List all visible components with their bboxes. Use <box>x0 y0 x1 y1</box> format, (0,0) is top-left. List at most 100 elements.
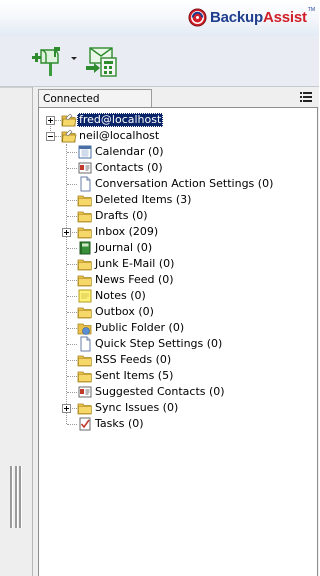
folder-node[interactable]: Conversation Action Settings (0) <box>77 176 275 192</box>
folder-label: Conversation Action Settings (0) <box>95 177 274 190</box>
toolbar <box>0 36 319 87</box>
folder-node[interactable]: Junk E-Mail (0) <box>77 256 176 272</box>
folder-node[interactable]: News Feed (0) <box>77 272 176 288</box>
tree-connector <box>67 264 77 265</box>
mailbox-folder-icon <box>61 113 77 127</box>
trademark-mark: TM <box>307 7 315 13</box>
collapse-toggle-neil[interactable] <box>46 132 55 141</box>
tree-connector <box>67 248 77 249</box>
mailbox-node-neil[interactable]: neil@localhost <box>61 128 161 144</box>
tree-connector <box>67 216 77 217</box>
connect-mailbox-icon <box>32 47 60 76</box>
folder-icon <box>77 227 92 239</box>
tree-connector <box>67 424 77 425</box>
expand-toggle-folder[interactable] <box>62 228 71 237</box>
left-collapsed-pane[interactable] <box>0 87 33 576</box>
folder-label: Quick Step Settings (0) <box>95 337 223 350</box>
tree-connector <box>67 296 77 297</box>
folder-label: Sync Issues (0) <box>95 401 179 414</box>
left-pane-divider <box>0 87 32 88</box>
folder-label: Junk E-Mail (0) <box>95 257 175 270</box>
tab-connected-mailboxes[interactable]: Connected Mailboxes <box>38 89 152 123</box>
folder-label: Sent Items (5) <box>95 369 174 382</box>
mailbox-node-fred[interactable]: fred@localhost <box>61 112 164 128</box>
expand-toggle-folder[interactable] <box>62 404 71 413</box>
document-icon <box>80 176 91 192</box>
list-menu-icon[interactable] <box>299 90 313 104</box>
folder-node[interactable]: Public Folder (0) <box>77 320 186 336</box>
export-mailbox-icon <box>86 47 117 77</box>
brand-logo: BackupAssist TM <box>188 6 315 28</box>
folder-node[interactable]: Deleted Items (3) <box>77 192 193 208</box>
calendar-icon <box>78 145 92 159</box>
app-header: BackupAssist TM <box>0 0 319 36</box>
folder-node[interactable]: Calendar (0) <box>77 144 166 160</box>
splitter-grip[interactable] <box>10 466 22 528</box>
folder-label: Notes (0) <box>95 289 146 302</box>
folder-label: Tasks (0) <box>95 417 144 430</box>
folder-node[interactable]: Journal (0) <box>77 240 154 256</box>
folder-label: Public Folder (0) <box>95 321 185 334</box>
tree-connector <box>67 200 77 201</box>
tree-connector <box>66 144 67 424</box>
tree-connector <box>67 184 77 185</box>
tree-connector <box>67 344 77 345</box>
folder-node[interactable]: Sent Items (5) <box>77 368 175 384</box>
tree-connector <box>67 392 77 393</box>
folder-label: Outbox (0) <box>95 305 154 318</box>
folder-label: News Feed (0) <box>95 273 174 286</box>
backupassist-logo-icon <box>188 7 207 27</box>
folder-node[interactable]: RSS Feeds (0) <box>77 352 173 368</box>
grip-line <box>14 466 18 528</box>
folder-icon <box>77 211 92 223</box>
public-folder-icon <box>77 323 92 335</box>
brand-name: BackupAssist <box>210 9 307 26</box>
export-mailbox-button[interactable] <box>84 44 120 78</box>
contacts-icon <box>78 162 92 174</box>
folder-label: RSS Feeds (0) <box>95 353 172 366</box>
folder-icon <box>77 403 92 415</box>
connect-dropdown-arrow-icon[interactable] <box>71 57 77 60</box>
brand-name-part2: Assist <box>262 8 307 26</box>
folder-label: Drafts (0) <box>95 209 148 222</box>
folder-node[interactable]: Notes (0) <box>77 288 148 304</box>
tree-connector <box>67 328 77 329</box>
tree-connector <box>67 312 77 313</box>
mailbox-tree[interactable]: fred@localhost neil@localhost Calendar (… <box>38 107 318 576</box>
tree-connector <box>67 280 77 281</box>
tree-connector <box>67 152 77 153</box>
mailbox-folder-icon <box>61 129 77 143</box>
folder-label: Suggested Contacts (0) <box>95 385 225 398</box>
folder-icon <box>77 259 92 271</box>
expand-toggle-fred[interactable] <box>46 116 55 125</box>
folder-icon <box>77 275 92 287</box>
folder-icon <box>77 307 92 319</box>
folder-node[interactable]: Outbox (0) <box>77 304 156 320</box>
folder-icon <box>77 195 92 207</box>
folder-node[interactable]: Drafts (0) <box>77 208 150 224</box>
connect-mailbox-button[interactable] <box>32 44 68 78</box>
folder-node[interactable]: Inbox (209) <box>77 224 160 240</box>
grip-line <box>10 466 13 528</box>
mailbox-label: neil@localhost <box>79 129 160 142</box>
mailbox-label: fred@localhost <box>77 113 164 127</box>
tree-connector <box>67 376 77 377</box>
brand-name-part1: Backup <box>209 8 263 26</box>
notes-icon <box>78 289 92 303</box>
folder-label: Journal (0) <box>95 241 153 254</box>
folder-node[interactable]: Tasks (0) <box>77 416 146 432</box>
tree-connector <box>67 360 77 361</box>
folder-node[interactable]: Contacts (0) <box>77 160 165 176</box>
folder-label: Contacts (0) <box>95 161 163 174</box>
tree-connector <box>67 168 77 169</box>
folder-label: Calendar (0) <box>95 145 164 158</box>
folder-node[interactable]: Quick Step Settings (0) <box>77 336 224 352</box>
grip-line <box>19 466 22 528</box>
folder-node[interactable]: Sync Issues (0) <box>77 400 180 416</box>
folder-node[interactable]: Suggested Contacts (0) <box>77 384 227 400</box>
document-icon <box>80 336 91 352</box>
folder-icon <box>77 355 92 367</box>
contacts-icon <box>78 386 92 398</box>
folder-label: Inbox (209) <box>95 225 159 238</box>
folder-label: Deleted Items (3) <box>95 193 192 206</box>
